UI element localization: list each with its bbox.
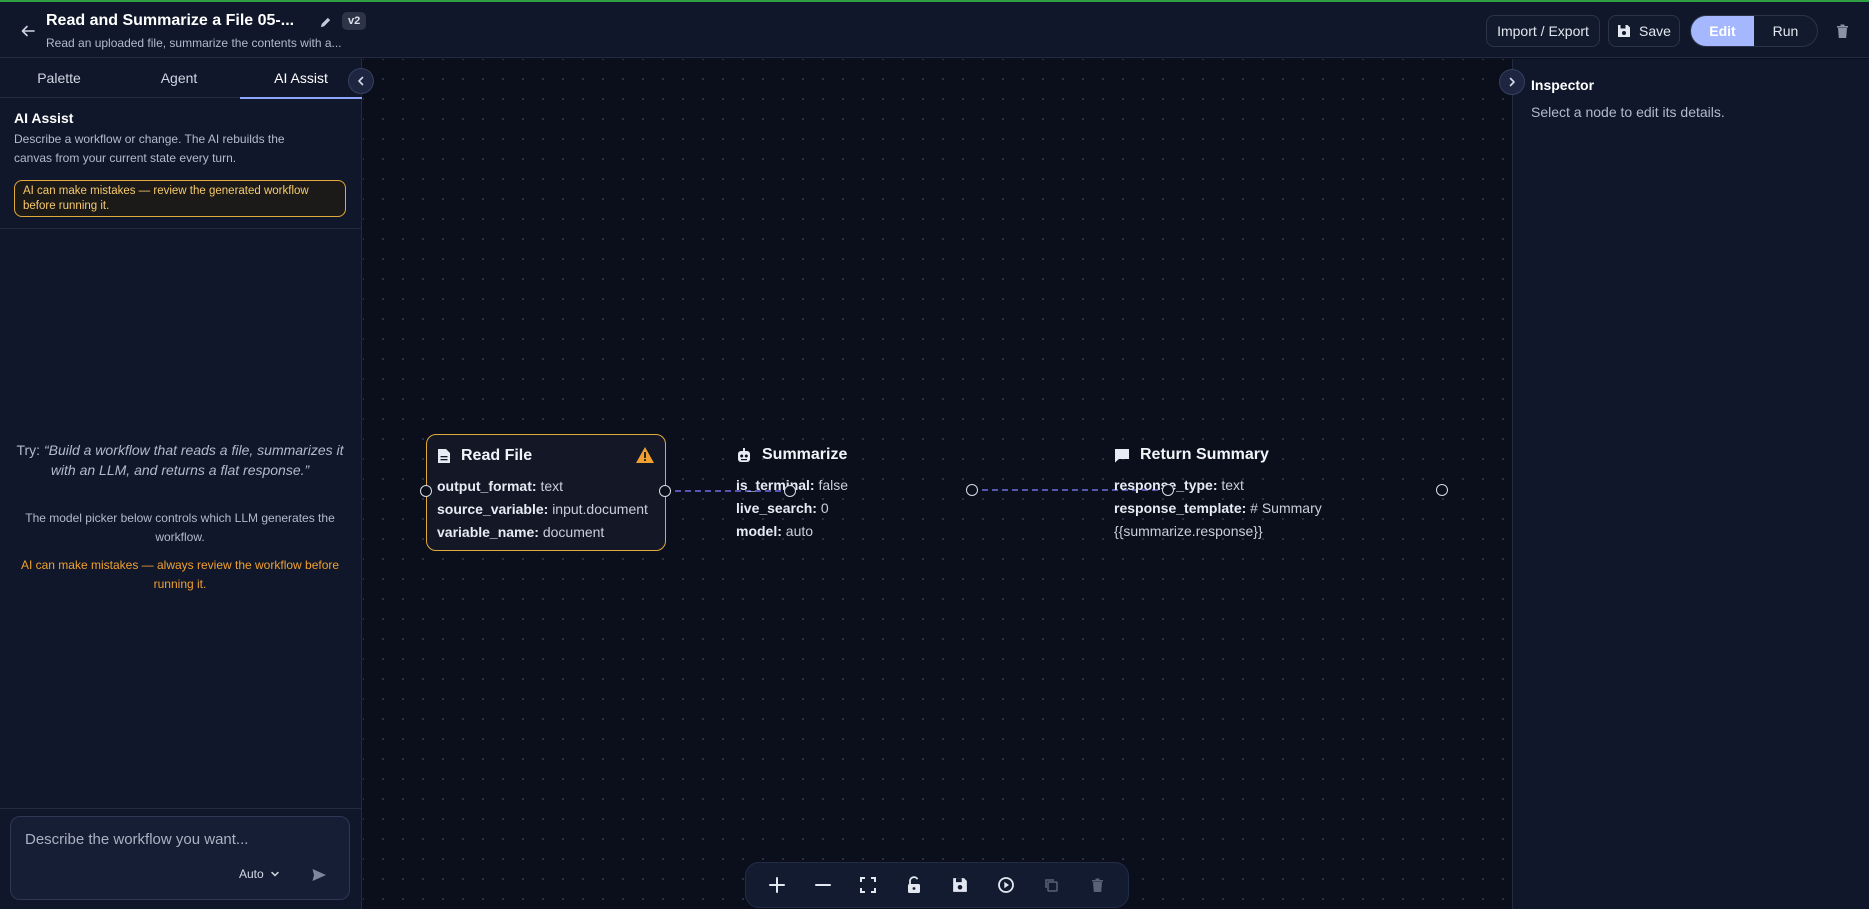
return-summary-input-handle[interactable] bbox=[1162, 484, 1174, 496]
try-prefix: Try: bbox=[16, 442, 44, 458]
prompt-composer: Auto bbox=[10, 816, 350, 900]
node-summarize[interactable]: Summarize is_terminal: false live_search… bbox=[726, 434, 906, 539]
document-icon bbox=[438, 449, 450, 463]
collapse-sidebar-chevron-left-icon[interactable] bbox=[348, 68, 374, 94]
run-mode-button[interactable]: Run bbox=[1754, 16, 1817, 46]
workflow-title: Read and Summarize a File 05-... bbox=[46, 12, 295, 29]
read-file-output-handle[interactable] bbox=[659, 485, 671, 497]
node-prop: variable_name: document bbox=[437, 524, 605, 540]
import-export-button[interactable]: Import / Export bbox=[1486, 15, 1600, 47]
summarize-output-handle[interactable] bbox=[966, 484, 978, 496]
divider bbox=[0, 808, 362, 809]
divider bbox=[0, 228, 362, 229]
chevron-down-icon bbox=[270, 871, 279, 877]
workflow-canvas[interactable]: Read File output_format: text source_var… bbox=[363, 59, 1512, 909]
pencil-icon[interactable] bbox=[316, 13, 334, 31]
chat-icon bbox=[1115, 448, 1129, 462]
version-badge: v2 bbox=[342, 12, 367, 30]
delete-icon[interactable] bbox=[1080, 868, 1114, 902]
unlock-icon[interactable] bbox=[897, 868, 931, 902]
node-prop: source_variable: input.document bbox=[437, 501, 648, 517]
workflow-prompt-input[interactable] bbox=[25, 827, 325, 851]
node-prop: response_type: text bbox=[1114, 477, 1244, 493]
duplicate-icon[interactable] bbox=[1034, 868, 1068, 902]
node-title: Read File bbox=[461, 447, 533, 464]
inspector-panel: Inspector Select a node to edit its deta… bbox=[1499, 59, 1869, 909]
ai-warning-box: AI can make mistakes — review the genera… bbox=[14, 180, 346, 217]
ai-warning-text: AI can make mistakes — always review the… bbox=[20, 558, 340, 591]
node-read-file[interactable]: Read File output_format: text source_var… bbox=[426, 434, 666, 551]
try-example-text: “Build a workflow that reads a file, sum… bbox=[43, 442, 344, 478]
save-label: Save bbox=[1639, 23, 1671, 39]
node-prop: {{summarize.response}} bbox=[1114, 523, 1263, 539]
tab-ai-assist[interactable]: AI Assist bbox=[240, 58, 362, 99]
tab-palette[interactable]: Palette bbox=[0, 58, 118, 98]
app-header: Read and Summarize a File 05-... v2 Read… bbox=[0, 2, 1869, 58]
robot-icon bbox=[738, 447, 750, 462]
node-prop: output_format: text bbox=[437, 478, 564, 494]
send-icon[interactable] bbox=[309, 865, 329, 885]
node-return-summary[interactable]: Return Summary response_type: text respo… bbox=[1104, 434, 1344, 539]
save-button[interactable]: Save bbox=[1608, 15, 1680, 47]
return-summary-output-handle[interactable] bbox=[1436, 484, 1448, 496]
read-file-input-handle[interactable] bbox=[420, 485, 432, 497]
zoom-out-icon[interactable] bbox=[806, 868, 840, 902]
node-title: Summarize bbox=[762, 446, 848, 463]
save-icon[interactable] bbox=[943, 868, 977, 902]
summarize-input-handle[interactable] bbox=[784, 485, 796, 497]
node-title: Return Summary bbox=[1140, 446, 1269, 463]
tab-agent[interactable]: Agent bbox=[118, 58, 240, 98]
mode-toggle: Edit Run bbox=[1690, 15, 1818, 47]
workflow-subtitle: Read an uploaded file, summarize the con… bbox=[46, 36, 342, 50]
canvas-toolbar bbox=[745, 862, 1129, 908]
back-arrow-icon[interactable] bbox=[16, 19, 40, 43]
node-prop: response_template: # Summary bbox=[1114, 500, 1322, 516]
sidebar-tabs: Palette Agent AI Assist bbox=[0, 58, 362, 99]
floppy-disk-icon bbox=[1618, 25, 1631, 37]
inspector-chevron-right-icon[interactable] bbox=[1499, 69, 1525, 95]
model-picker-value: Auto bbox=[239, 867, 264, 881]
trash-icon[interactable] bbox=[1832, 21, 1852, 41]
node-prop: model: auto bbox=[736, 523, 814, 539]
fit-view-icon[interactable] bbox=[851, 868, 885, 902]
edit-mode-button[interactable]: Edit bbox=[1691, 16, 1754, 46]
inspector-title: Inspector bbox=[1531, 77, 1595, 93]
left-sidebar: Palette Agent AI Assist AI Assist Descri… bbox=[0, 58, 374, 909]
ai-assist-description: Describe a workflow or change. The AI re… bbox=[14, 132, 285, 165]
node-prop: live_search: 0 bbox=[736, 500, 829, 516]
model-picker-note: The model picker below controls which LL… bbox=[25, 511, 335, 544]
node-prop: is_terminal: false bbox=[736, 477, 849, 493]
warning-triangle-icon bbox=[636, 447, 654, 463]
try-example: Try: “Build a workflow that reads a file… bbox=[14, 440, 346, 480]
inspector-hint: Select a node to edit its details. bbox=[1531, 104, 1725, 120]
zoom-in-icon[interactable] bbox=[760, 868, 794, 902]
ai-assist-heading: AI Assist bbox=[14, 110, 74, 126]
model-picker-dropdown[interactable]: Auto bbox=[239, 867, 280, 881]
run-icon[interactable] bbox=[989, 868, 1023, 902]
